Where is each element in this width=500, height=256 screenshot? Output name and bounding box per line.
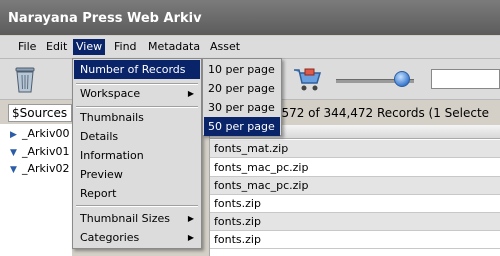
menu-item-20-per-page[interactable]: 20 per page [204, 79, 280, 98]
menu-item-number-of-records[interactable]: Number of Records [74, 60, 200, 79]
menu-item-label: Thumbnail Sizes [80, 212, 170, 225]
tree-item-label: _Arkiv00 [22, 127, 70, 140]
menubar: File Edit View Find Metadata Asset [0, 36, 500, 59]
submenu-arrow-icon: ▶ [187, 214, 194, 223]
zoom-slider-handle[interactable] [394, 71, 410, 87]
menu-find[interactable]: Find [111, 39, 140, 55]
sources-selector[interactable]: $Sources [8, 104, 72, 122]
menu-file[interactable]: File [15, 39, 39, 55]
record-count-status: 9,572 of 344,472 Records (1 Selecte [270, 106, 490, 120]
view-menu-dropdown: Number of Records Workspace ▶ Thumbnails… [72, 58, 202, 249]
menu-item-thumbnails[interactable]: Thumbnails [74, 108, 200, 127]
table-row[interactable]: fonts_mac_pc.zip [210, 159, 500, 177]
menu-item-label: Workspace [80, 87, 141, 100]
tree-item[interactable]: ▶ _Arkiv00 [10, 126, 69, 142]
collapsed-arrow-icon[interactable]: ▶ [10, 127, 22, 143]
menu-item-10-per-page[interactable]: 10 per page [204, 60, 280, 79]
tree-item[interactable]: ▼ _Arkiv02 [10, 161, 69, 177]
tree-item-label: _Arkiv01 [22, 145, 70, 158]
submenu-arrow-icon: ▶ [187, 233, 194, 242]
menu-item-label: Categories [80, 231, 140, 244]
expanded-arrow-icon[interactable]: ▼ [10, 145, 22, 161]
table-row[interactable]: fonts_mac_pc.zip [210, 177, 500, 195]
menu-item-details[interactable]: Details [74, 127, 200, 146]
shopping-cart-icon[interactable] [292, 67, 322, 93]
menu-asset[interactable]: Asset [207, 39, 243, 55]
menu-separator [76, 205, 198, 207]
tree-item-label: _Arkiv02 [22, 162, 70, 175]
menu-item-categories[interactable]: Categories ▶ [74, 228, 200, 247]
menu-item-label: Number of Records [80, 63, 186, 76]
asset-list: Asset Name fonts_mat.zip fonts_mac_pc.zi… [209, 125, 500, 256]
menu-item-report[interactable]: Report [74, 184, 200, 203]
menu-item-50-per-page[interactable]: 50 per page [204, 117, 280, 136]
tree-panel: ▶ _Arkiv00 ▼ _Arkiv01 ▼ _Arkiv02 [0, 124, 72, 256]
menu-metadata[interactable]: Metadata [145, 39, 203, 55]
records-per-page-submenu: 10 per page 20 per page 30 per page 50 p… [202, 58, 282, 136]
menu-item-30-per-page[interactable]: 30 per page [204, 98, 280, 117]
menu-item-preview[interactable]: Preview [74, 165, 200, 184]
menu-edit[interactable]: Edit [43, 39, 70, 55]
table-row[interactable]: fonts_mat.zip [210, 140, 500, 158]
table-row[interactable]: fonts.zip [210, 213, 500, 231]
menu-view[interactable]: View [73, 39, 106, 55]
menu-item-information[interactable]: Information [74, 146, 200, 165]
menu-item-workspace[interactable]: Workspace ▶ [74, 84, 200, 103]
menu-item-thumbnail-sizes[interactable]: Thumbnail Sizes ▶ [74, 209, 200, 228]
window-title: Narayana Press Web Arkiv [0, 0, 500, 35]
submenu-arrow-icon: ▶ [187, 89, 194, 98]
table-row[interactable]: fonts.zip [210, 231, 500, 249]
table-row[interactable]: fonts.zip [210, 195, 500, 213]
trash-icon[interactable] [13, 65, 37, 93]
expanded-arrow-icon[interactable]: ▼ [10, 162, 22, 178]
search-input[interactable] [431, 69, 500, 89]
tree-item[interactable]: ▼ _Arkiv01 [10, 144, 69, 160]
